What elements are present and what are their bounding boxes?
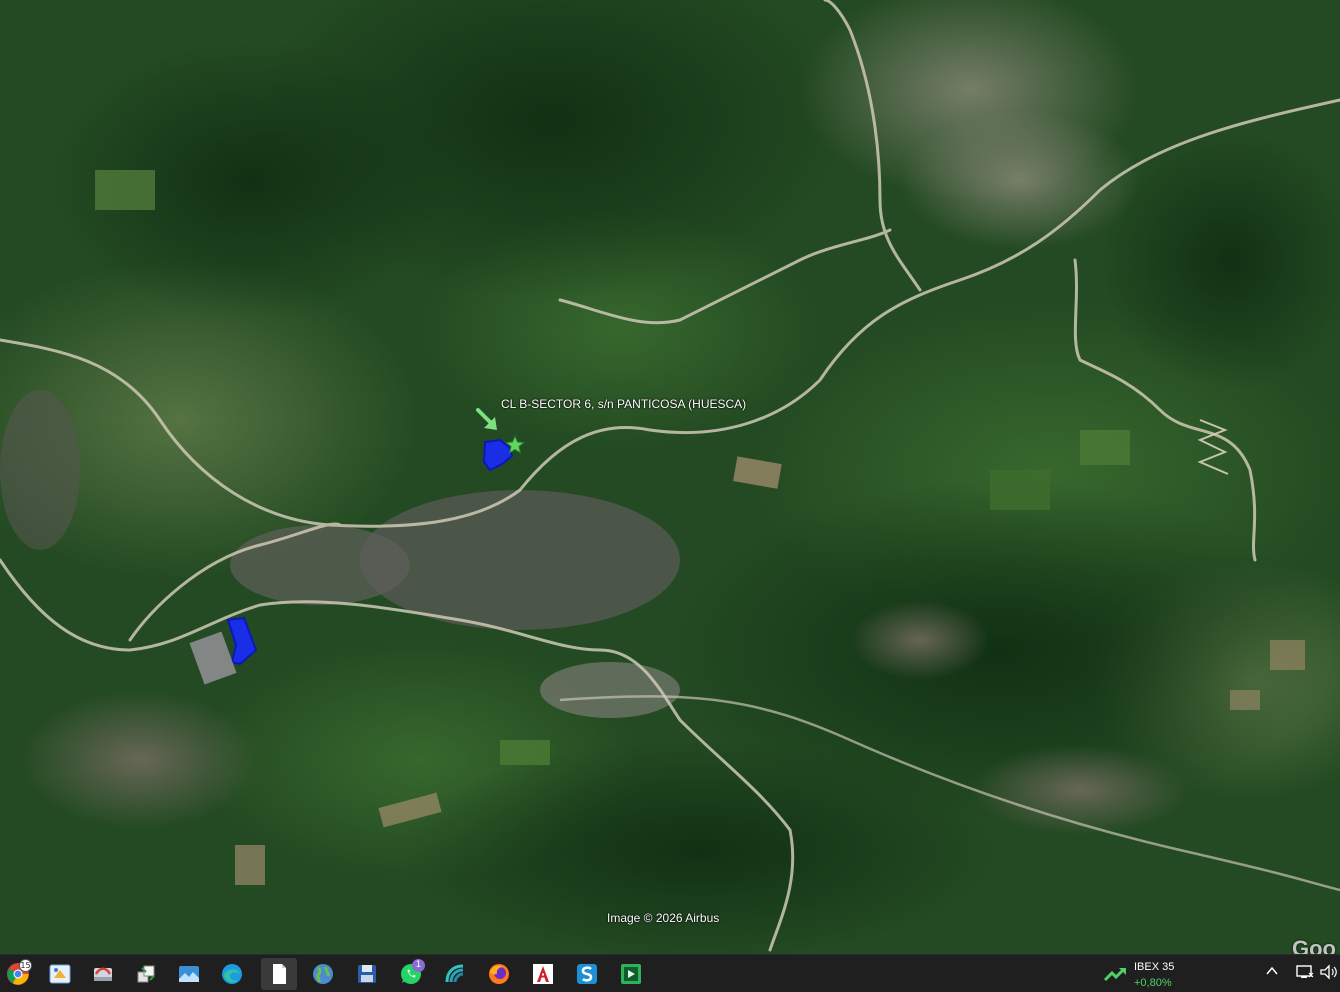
google-logo: Goo (1292, 936, 1336, 954)
taskbar-app-satellite-dish[interactable] (437, 958, 473, 990)
media-player-icon (621, 964, 641, 984)
taskbar-app-save-disk[interactable] (349, 958, 385, 990)
satellite-dish-icon (445, 964, 464, 983)
taskbar-app-autocad[interactable] (525, 958, 561, 990)
taskbar-app-s-app[interactable] (569, 958, 605, 990)
taskbar-app-paint[interactable] (42, 958, 78, 990)
taskbar-app-whatsapp[interactable]: 1 (393, 958, 429, 990)
ticker-change: +0,80% (1134, 977, 1172, 989)
volume-icon[interactable] (1320, 964, 1338, 980)
taskbar-app-photos[interactable] (171, 958, 207, 990)
document-icon (273, 964, 286, 984)
taskbar-app-media-player[interactable] (613, 958, 649, 990)
file-transfer-icon (137, 965, 155, 983)
globe-icon (313, 964, 333, 984)
save-disk-icon (358, 965, 376, 983)
stock-ticker-widget[interactable]: IBEX 35 +0,80% (1104, 958, 1224, 990)
trend-up-icon (1104, 967, 1126, 982)
place-label[interactable]: CL B-SECTOR 6, s/n PANTICOSA (HUESCA) (501, 397, 746, 411)
screenshot-icon (94, 967, 112, 981)
taskbar-app-chrome[interactable]: 15 (0, 958, 36, 990)
chrome-badge: 15 (19, 959, 32, 972)
ticker-name: IBEX 35 (1134, 961, 1175, 973)
taskbar-app-file-transfer[interactable] (128, 958, 164, 990)
firefox-icon (489, 964, 509, 984)
satellite-map[interactable]: CL B-SECTOR 6, s/n PANTICOSA (HUESCA) Im… (0, 0, 1340, 954)
edge-icon (222, 964, 242, 984)
taskbar-app-firefox[interactable] (481, 958, 517, 990)
taskbar-app-document[interactable] (261, 958, 297, 990)
image-attribution: Image © 2026 Airbus (607, 911, 720, 925)
s-app-icon (577, 964, 597, 984)
network-icon[interactable] (1296, 964, 1314, 980)
taskbar-app-edge[interactable] (214, 958, 250, 990)
chevron-up-icon[interactable] (1265, 964, 1279, 978)
taskbar-app-screenshot[interactable] (85, 958, 121, 990)
whatsapp-badge: 1 (412, 959, 425, 972)
paint-icon (49, 964, 71, 984)
autocad-icon (533, 964, 553, 984)
photos-icon (179, 966, 199, 982)
taskbar: 15 1 IBEX 35 +0,80% (0, 954, 1340, 992)
taskbar-app-globe[interactable] (305, 958, 341, 990)
satellite-imagery[interactable] (0, 0, 1340, 954)
